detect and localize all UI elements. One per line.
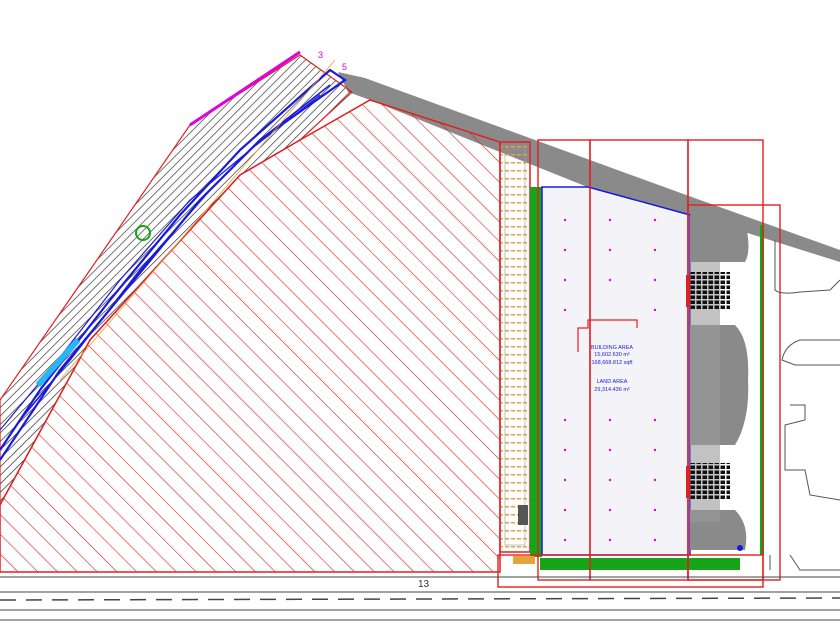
dock-marks-north xyxy=(686,275,690,307)
marker-label-top-right: 5 xyxy=(342,62,347,72)
building-area-sqft: 168,668.812 sqft xyxy=(592,360,633,366)
building-footprint xyxy=(541,186,691,556)
marker-label-top-left: 3 xyxy=(318,50,323,60)
site-plan-drawing: 3 5 BUILDING AREA 15,602.630 m² 168,668.… xyxy=(0,50,840,621)
land-area-m2: 29,314.436 m² xyxy=(594,387,630,393)
building-area-title: BUILDING AREA xyxy=(591,345,634,351)
building-area-m2: 15,602.630 m² xyxy=(594,352,630,358)
dock-stalls-north xyxy=(690,272,730,310)
hydrant-icon xyxy=(737,545,743,551)
dock-marks-south xyxy=(686,466,690,498)
road-number-label: 13 xyxy=(418,579,430,590)
dock-stalls-south xyxy=(690,463,730,499)
land-area-title: LAND AREA xyxy=(597,379,628,385)
equipment-base xyxy=(513,556,535,564)
equipment-block xyxy=(518,505,528,525)
landscape-strip-west xyxy=(530,187,542,557)
parking-column xyxy=(499,141,531,553)
landscape-strip-south xyxy=(540,558,740,570)
